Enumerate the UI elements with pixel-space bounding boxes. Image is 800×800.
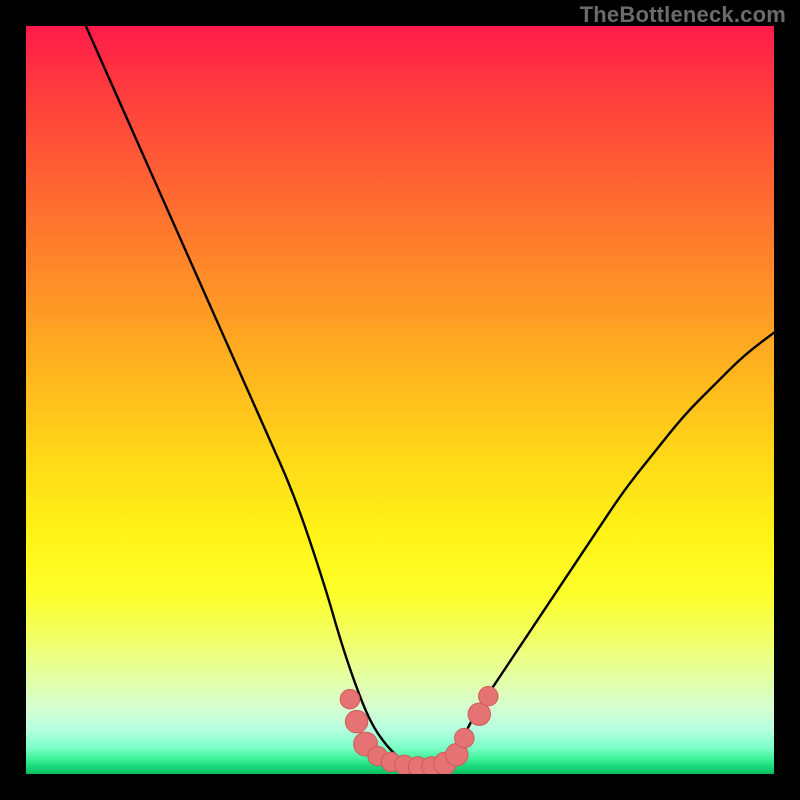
plot-area — [26, 26, 774, 774]
marker-dot — [455, 728, 474, 747]
marker-dot — [340, 689, 359, 708]
marker-group — [340, 686, 498, 774]
bottleneck-curve — [86, 26, 774, 767]
marker-dot — [479, 686, 498, 705]
watermark-text: TheBottleneck.com — [580, 2, 786, 28]
marker-dot — [345, 710, 367, 732]
curve-layer — [26, 26, 774, 774]
chart-frame: TheBottleneck.com — [0, 0, 800, 800]
